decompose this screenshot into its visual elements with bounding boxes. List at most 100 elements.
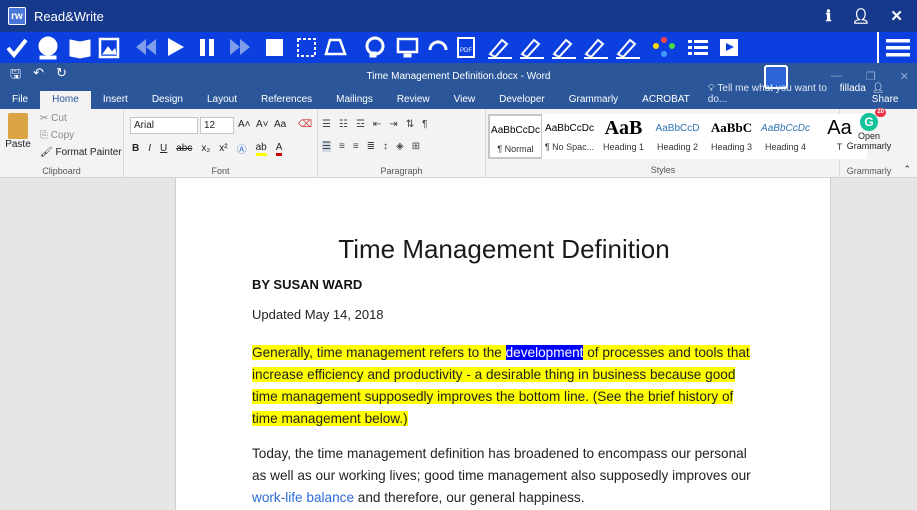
style-3[interactable]: AaBbCcD Heading 2 [650,114,705,159]
redo-icon[interactable]: ↻ [56,65,67,87]
font-name-select[interactable]: Arial [130,117,198,134]
bold-button[interactable]: B [132,143,139,154]
user-icon[interactable]: 👤︎ [851,7,870,25]
italic-button[interactable]: I [148,143,151,154]
menu-icon[interactable] [877,32,917,63]
collect-highlights-icon[interactable] [653,37,675,57]
tab-layout[interactable]: Layout [195,94,249,109]
style-5[interactable]: AaBbCcDc Heading 4 [758,114,813,159]
share-button[interactable]: 👤︎ Share [872,83,909,105]
font-group: Arial 12 A˄ A˅ Aa ⌫ B I U abc x₂ x² Ⓐ ab… [124,109,318,178]
style-0[interactable]: AaBbCcDc ¶ Normal [488,114,543,159]
rw-logo-icon: rw [8,7,26,25]
align-left-icon[interactable]: ☰ [322,141,331,152]
numbering-icon[interactable]: ☷ [339,119,348,130]
verb-checker-icon[interactable] [428,40,448,51]
clear-format-icon[interactable]: ⌫ [298,119,312,130]
speech-icon[interactable] [38,36,58,60]
play-icon[interactable] [168,38,184,56]
shrink-font-icon[interactable]: A˅ [256,119,269,130]
pdf-reader-icon[interactable]: PDF [457,37,475,58]
align-center-icon[interactable]: ≡ [339,141,345,152]
rewind-icon[interactable] [136,39,156,55]
user-name[interactable]: fillada [840,83,866,105]
font-color-icon[interactable]: A [275,142,283,156]
justify-icon[interactable]: ≣ [367,141,375,152]
sort-icon[interactable]: ⇅ [406,119,414,130]
stop-icon[interactable] [266,39,283,56]
borders-icon[interactable]: ⊞ [412,141,420,152]
paragraph-2[interactable]: Today, the time management definition ha… [252,443,752,509]
tab-review[interactable]: Review [385,94,442,109]
rw-title-bar: rw Read&Write ℹ 👤︎ ✕ [0,0,917,32]
cut-button[interactable]: ✂ Cut [40,113,67,124]
tab-view[interactable]: View [442,94,488,109]
tab-grammarly[interactable]: Grammarly [557,94,630,109]
tab-design[interactable]: Design [140,94,195,109]
highlight-green-icon[interactable] [552,38,576,59]
font-size-select[interactable]: 12 [200,117,234,134]
highlight-pink-icon[interactable] [584,38,608,59]
change-case-button[interactable]: Aa [274,119,286,130]
style-4[interactable]: AaBbC Heading 3 [704,114,759,159]
grow-font-icon[interactable]: A˄ [238,119,251,130]
tab-file[interactable]: File [0,94,40,109]
format-painter-button[interactable]: 🖌︎ Format Painter [40,147,122,158]
superscript-button[interactable]: x² [219,143,227,154]
text-effects-icon[interactable]: Ⓐ [237,141,247,156]
highlight-cyan-icon[interactable] [488,38,512,59]
check-icon[interactable] [6,38,28,59]
save-icon[interactable]: 🖫︎ [10,65,21,87]
font-size-value: 12 [204,120,216,131]
increase-indent-icon[interactable]: ⇥ [389,119,397,130]
shading-icon[interactable]: ◈ [396,141,404,152]
restore-icon[interactable]: ❐ [866,70,876,83]
collapse-ribbon-icon[interactable]: ⌃ [903,164,911,175]
styles-group-label: Styles [650,165,676,175]
minimize-icon[interactable]: — [831,70,842,83]
subscript-button[interactable]: x₂ [201,143,210,154]
tab-mailings[interactable]: Mailings [324,94,385,109]
strikethrough-button[interactable]: abc [176,143,192,154]
screen-masking-icon[interactable] [396,37,419,58]
tab-developer[interactable]: Developer [487,94,557,109]
underline-button[interactable]: U [160,143,167,154]
highlight-clear-icon[interactable] [616,38,640,59]
dictionary-icon[interactable] [69,39,91,59]
paste-button[interactable]: Paste [4,113,32,150]
tab-insert[interactable]: Insert [91,94,140,109]
audio-maker-icon[interactable] [324,38,347,56]
work-life-balance-link[interactable]: work-life balance [252,490,354,505]
voice-notes-icon[interactable] [720,39,738,56]
open-grammarly-button[interactable]: G 20 Open Grammarly [846,108,892,151]
style-2[interactable]: AaB Heading 1 [596,114,651,159]
forward-icon[interactable] [230,39,250,55]
highlight-yellow-icon[interactable] [520,38,544,59]
pause-icon[interactable] [200,39,214,56]
undo-icon[interactable]: ↶ [33,65,44,87]
paragraph-1[interactable]: Generally, time management refers to the… [252,342,752,430]
close-icon[interactable]: ✕ [890,7,903,25]
vocabulary-list-icon[interactable] [688,40,708,55]
screenshot-reader-icon[interactable] [297,38,316,57]
bullets-icon[interactable]: ☰ [322,119,331,130]
highlight-color-icon[interactable]: ab [255,142,267,156]
show-formatting-button[interactable]: ¶ [422,119,427,130]
document-page[interactable]: Time Management Definition BY SUSAN WARD… [175,178,831,510]
listen-icon[interactable] [365,36,385,58]
multilevel-list-icon[interactable]: ☲ [356,119,365,130]
rw-toolbar: PDF [0,32,917,63]
window-close-icon[interactable]: ✕ [900,70,909,83]
line-spacing-icon[interactable]: ↕ [383,141,388,152]
picture-dictionary-icon[interactable] [98,37,120,59]
tab-acrobat[interactable]: ACROBAT [630,94,702,109]
decrease-indent-icon[interactable]: ⇤ [373,119,381,130]
info-icon[interactable]: ℹ [826,7,832,25]
style-1[interactable]: AaBbCcDc ¶ No Spac... [542,114,597,159]
tab-home[interactable]: Home [40,91,91,109]
tab-references[interactable]: References [249,94,324,109]
copy-button[interactable]: ⎘ Copy [40,130,74,141]
align-right-icon[interactable]: ≡ [353,141,359,152]
tell-me-box[interactable]: 💡︎ Tell me what you want to do... [708,83,840,109]
rw-app-title: Read&Write [34,8,104,24]
